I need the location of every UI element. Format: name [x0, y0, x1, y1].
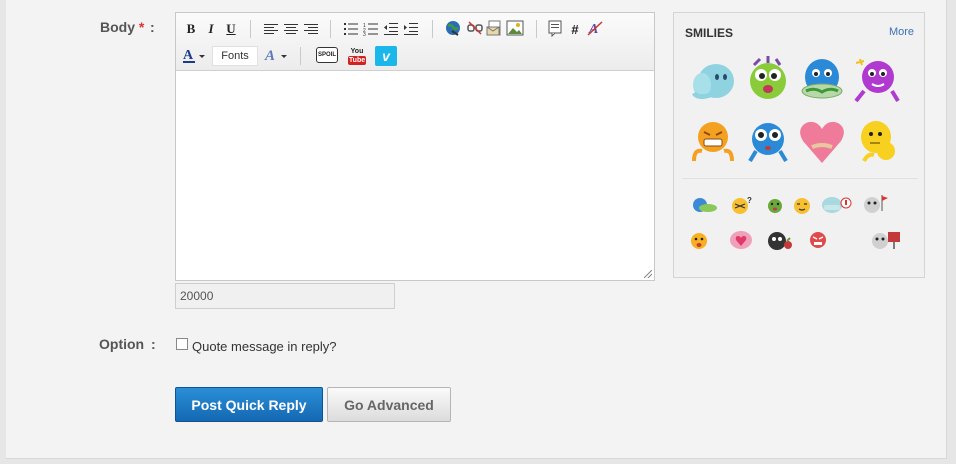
smiley-blue-sick-icon[interactable]	[798, 55, 846, 103]
image-icon	[506, 20, 524, 36]
outdent-icon	[384, 23, 398, 35]
align-left-button[interactable]	[262, 20, 280, 38]
toolbar-separator	[250, 20, 251, 38]
vimeo-button[interactable]: v	[375, 46, 397, 66]
smiley-elephant-icon[interactable]	[690, 57, 738, 103]
bold-button[interactable]: B	[182, 20, 200, 38]
smiley-small-confused-icon[interactable]: ?	[730, 195, 754, 215]
resize-grip-icon[interactable]	[644, 270, 652, 278]
spoiler-button[interactable]: SPOIL	[316, 47, 338, 63]
body-colon: :	[150, 19, 155, 35]
insert-code-button[interactable]: #	[566, 20, 584, 38]
toolbar-separator	[432, 20, 433, 38]
option-label: Option :	[99, 336, 156, 352]
youtube-tube: Tube	[347, 55, 367, 65]
smiley-green-monster-icon[interactable]	[744, 55, 792, 103]
smiley-small-bomb-icon[interactable]	[766, 229, 794, 251]
insert-quote-button[interactable]	[546, 19, 564, 37]
quote-message-checkbox[interactable]	[176, 338, 188, 350]
option-colon: :	[151, 336, 156, 352]
smiley-small-sick-icon[interactable]	[690, 195, 718, 215]
smiley-small-angry-icon[interactable]	[808, 229, 828, 251]
smiley-small-sign-icon[interactable]	[870, 229, 902, 251]
svg-text:A: A	[264, 48, 275, 64]
align-center-icon	[284, 24, 298, 34]
toolbar-separator	[300, 47, 301, 65]
bullet-list-icon	[344, 23, 358, 35]
font-size-button[interactable]: A	[264, 46, 290, 64]
remove-format-icon: A	[587, 21, 603, 37]
smilies-divider	[682, 178, 918, 179]
insert-email-button[interactable]	[486, 19, 504, 37]
youtube-button[interactable]: You Tube	[347, 46, 367, 66]
char-counter: 20000	[175, 283, 395, 309]
youtube-you: You	[350, 47, 364, 55]
message-editor: B I U 123 # A Fonts A SPOIL You Tube v	[175, 12, 655, 281]
svg-text:?: ?	[747, 196, 752, 205]
smilies-panel: SMILIES More ?	[673, 12, 925, 278]
underline-button[interactable]: U	[222, 20, 240, 38]
remove-format-button[interactable]: A	[586, 19, 604, 37]
required-mark: *	[138, 19, 145, 35]
smiley-small-wink-icon[interactable]	[792, 196, 812, 216]
smiley-purple-dizzy-icon[interactable]	[852, 55, 900, 103]
unlink-button[interactable]	[466, 19, 484, 37]
smiley-small-green-icon[interactable]	[766, 197, 784, 215]
font-color-button[interactable]: A	[182, 46, 208, 64]
toolbar-separator	[330, 20, 331, 38]
globe-link-icon	[446, 21, 460, 36]
smilies-more-link[interactable]: More	[889, 26, 914, 38]
smiley-small-shocked-icon[interactable]	[690, 231, 708, 251]
indent-button[interactable]	[402, 20, 420, 38]
align-center-button[interactable]	[282, 20, 300, 38]
post-quick-reply-button[interactable]: Post Quick Reply	[175, 387, 323, 422]
quote-icon	[548, 20, 562, 37]
smiley-small-mask-icon[interactable]	[820, 193, 852, 215]
numbered-list-icon: 123	[363, 23, 378, 36]
insert-image-button[interactable]	[506, 19, 524, 37]
toolbar-separator	[536, 20, 537, 38]
smiley-orange-grin-icon[interactable]	[690, 117, 736, 163]
align-left-icon	[264, 24, 278, 34]
italic-button[interactable]: I	[202, 20, 220, 38]
quote-message-label[interactable]: Quote message in reply?	[192, 339, 337, 354]
align-right-icon	[304, 24, 318, 34]
option-label-text: Option	[99, 336, 145, 352]
insert-link-button[interactable]	[444, 19, 462, 37]
smiley-blue-surprised-icon[interactable]	[744, 117, 792, 163]
smiley-small-love-icon[interactable]	[728, 229, 754, 251]
email-icon	[486, 20, 501, 36]
indent-icon	[404, 23, 418, 35]
smilies-title: SMILIES	[685, 26, 734, 40]
unordered-list-button[interactable]	[342, 20, 360, 38]
go-advanced-button[interactable]: Go Advanced	[327, 387, 451, 422]
outdent-button[interactable]	[382, 20, 400, 38]
smiley-small-flag-icon[interactable]	[862, 193, 890, 215]
message-textarea[interactable]	[176, 72, 654, 280]
font-size-icon: A	[264, 48, 287, 64]
body-label-text: Body	[100, 19, 135, 35]
ordered-list-button[interactable]: 123	[362, 20, 380, 38]
smiley-yellow-thinking-icon[interactable]	[854, 117, 900, 163]
smiley-pink-heart-icon[interactable]	[798, 117, 846, 165]
font-color-icon: A	[183, 48, 205, 63]
align-right-button[interactable]	[302, 20, 320, 38]
unlink-icon	[467, 21, 483, 35]
font-family-select[interactable]: Fonts	[212, 46, 258, 66]
svg-text:3: 3	[363, 32, 366, 36]
editor-toolbar: B I U 123 # A Fonts A SPOIL You Tube v	[176, 13, 654, 71]
body-label: Body * :	[100, 19, 155, 35]
svg-text:A: A	[183, 48, 194, 63]
